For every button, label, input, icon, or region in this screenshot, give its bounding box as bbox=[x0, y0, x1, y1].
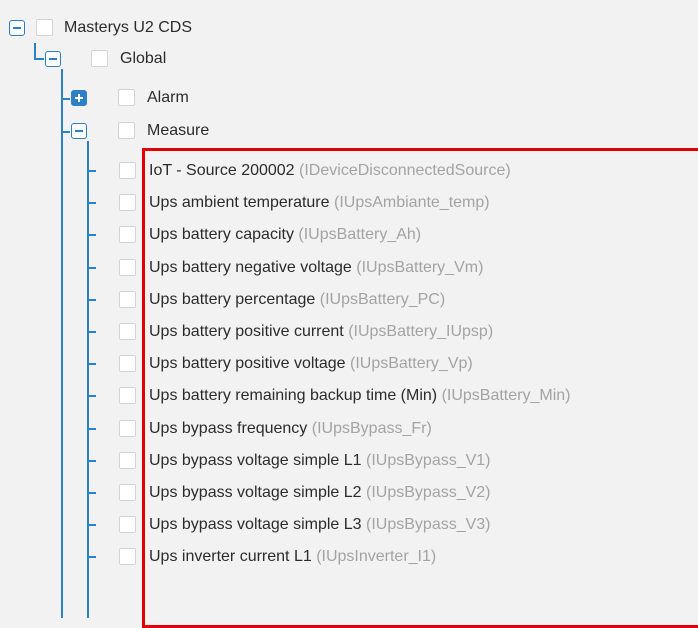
tree-connector bbox=[87, 267, 96, 269]
node-label[interactable]: Measure bbox=[147, 121, 209, 141]
item-checkbox[interactable] bbox=[119, 548, 136, 565]
item-checkbox[interactable] bbox=[119, 355, 136, 372]
tree-connector bbox=[87, 299, 96, 301]
item-checkbox[interactable] bbox=[119, 162, 136, 179]
item-checkbox[interactable] bbox=[119, 452, 136, 469]
tree-node-measure: Measure bbox=[0, 120, 698, 142]
tree-connector bbox=[87, 170, 96, 172]
tree-node-global: Global bbox=[0, 48, 698, 70]
item-checkbox[interactable] bbox=[119, 194, 136, 211]
expand-icon[interactable] bbox=[71, 90, 87, 106]
node-label[interactable]: Global bbox=[120, 49, 166, 69]
tree-connector bbox=[87, 556, 96, 558]
item-checkbox[interactable] bbox=[119, 226, 136, 243]
tree-connector bbox=[87, 363, 96, 365]
item-checkbox[interactable] bbox=[119, 484, 136, 501]
tree-connector bbox=[87, 395, 96, 397]
highlight-box bbox=[142, 148, 698, 628]
tree-connector bbox=[87, 524, 96, 526]
item-checkbox[interactable] bbox=[119, 291, 136, 308]
collapse-icon[interactable] bbox=[71, 123, 87, 139]
node-checkbox[interactable] bbox=[118, 122, 135, 139]
tree-connector bbox=[87, 331, 96, 333]
collapse-icon[interactable] bbox=[45, 51, 61, 67]
node-checkbox[interactable] bbox=[36, 19, 53, 36]
item-checkbox[interactable] bbox=[119, 516, 136, 533]
tree-connector bbox=[87, 234, 96, 236]
node-label[interactable]: Alarm bbox=[147, 88, 189, 108]
tree-connector bbox=[87, 428, 96, 430]
tree-connector bbox=[87, 460, 96, 462]
collapse-icon[interactable] bbox=[9, 20, 25, 36]
node-checkbox[interactable] bbox=[91, 50, 108, 67]
node-checkbox[interactable] bbox=[118, 89, 135, 106]
tree-node-root: Masterys U2 CDS bbox=[0, 17, 698, 39]
tree-node-alarm: Alarm bbox=[0, 87, 698, 109]
item-checkbox[interactable] bbox=[119, 259, 136, 276]
item-checkbox[interactable] bbox=[119, 323, 136, 340]
tree-connector bbox=[87, 202, 96, 204]
item-checkbox[interactable] bbox=[119, 387, 136, 404]
tree-view: Masterys U2 CDS Global Alarm Measure IoT… bbox=[0, 0, 698, 628]
item-checkbox[interactable] bbox=[119, 420, 136, 437]
node-label[interactable]: Masterys U2 CDS bbox=[64, 18, 192, 38]
tree-connector bbox=[87, 492, 96, 494]
